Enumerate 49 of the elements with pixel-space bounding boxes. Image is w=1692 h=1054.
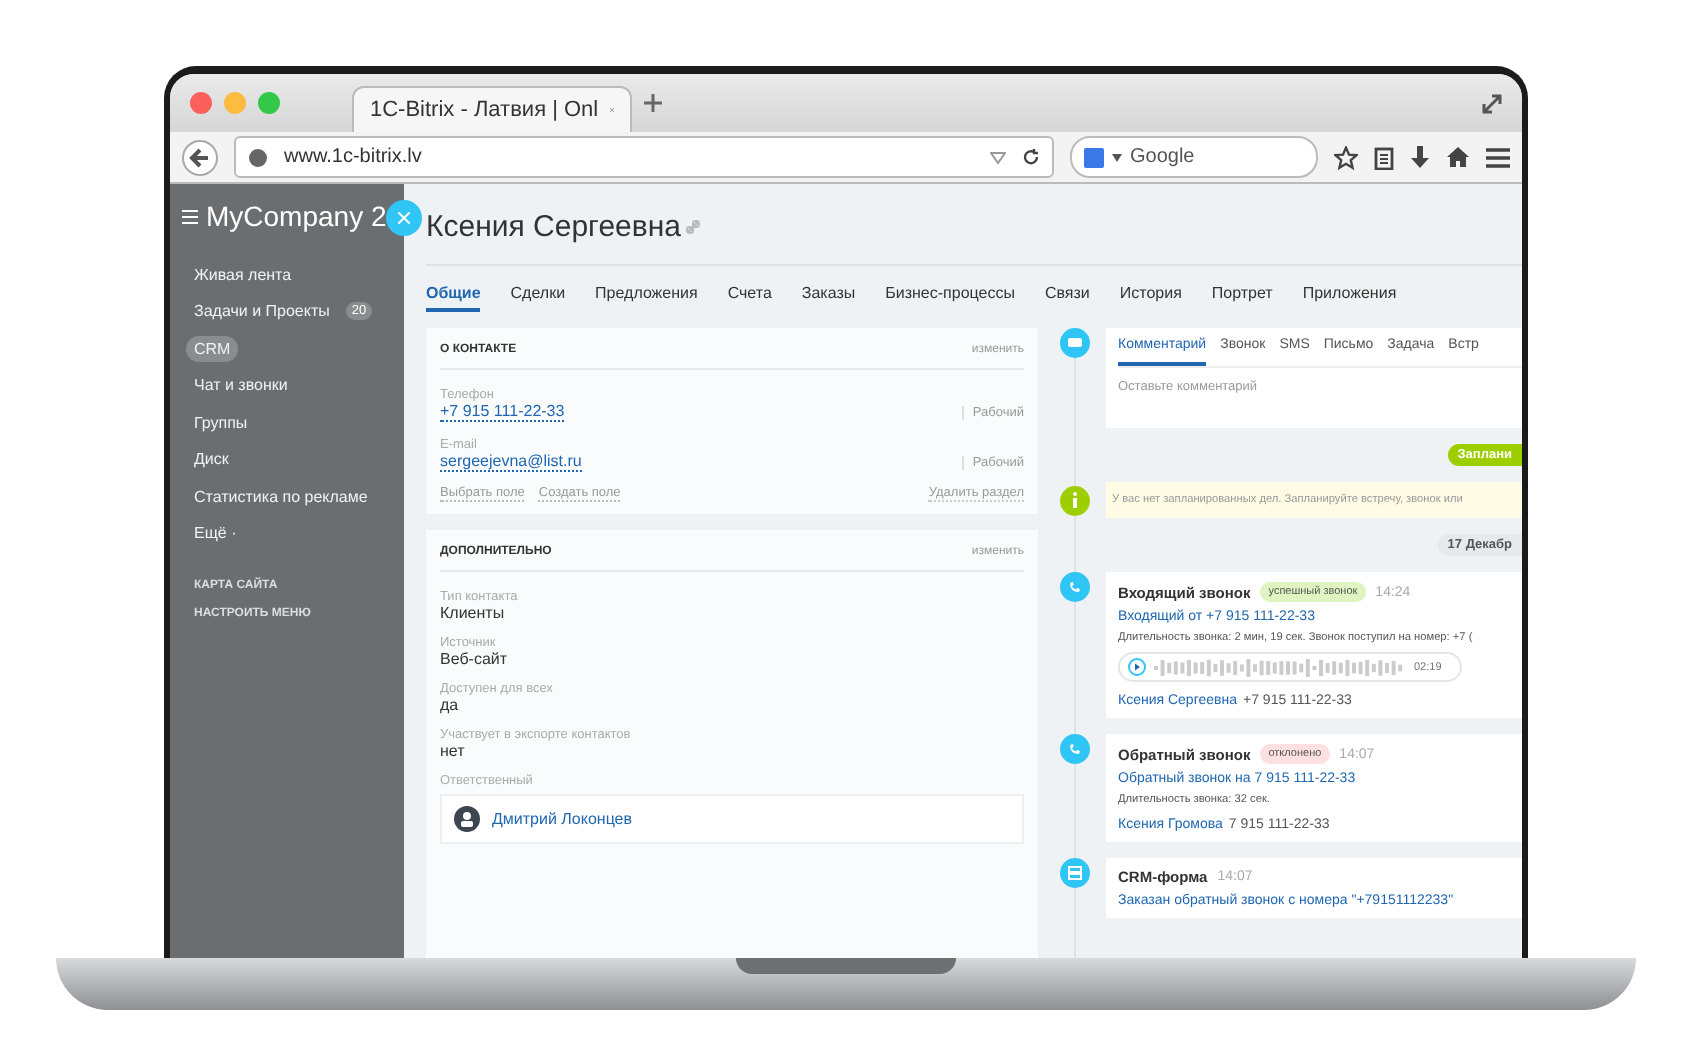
- field-link[interactable]: +7 915 111-22-33: [440, 402, 565, 422]
- back-icon[interactable]: [182, 139, 218, 175]
- sidebar-item[interactable]: Группы: [186, 409, 256, 436]
- tab[interactable]: Предложения: [595, 284, 698, 312]
- sidebar-item[interactable]: Чат и звонки: [186, 372, 296, 399]
- search-field[interactable]: Google: [1070, 136, 1318, 178]
- sidebar-item[interactable]: Статистика по рекламе: [186, 483, 376, 510]
- tab[interactable]: Портрет: [1211, 284, 1273, 312]
- avatar-icon: [454, 806, 480, 832]
- sidebar-item[interactable]: Живая лента: [186, 261, 300, 288]
- field-value: да: [440, 696, 461, 714]
- tab[interactable]: Приложения: [1302, 284, 1397, 312]
- info-icon: [1060, 485, 1090, 515]
- tab[interactable]: Бизнес-процессы: [885, 284, 1015, 312]
- comment-icon: [1060, 328, 1090, 358]
- waveform-icon: [1154, 657, 1406, 677]
- contact-name: Ксения Сергеевна: [426, 209, 681, 243]
- clipboard-icon[interactable]: [1374, 145, 1394, 169]
- field-value: Клиенты: [440, 604, 507, 622]
- play-icon[interactable]: [1128, 658, 1146, 676]
- address-field[interactable]: www.1c-bitrix.lv: [234, 136, 1054, 178]
- tab[interactable]: Связи: [1044, 284, 1090, 312]
- menu-icon[interactable]: [1486, 147, 1510, 167]
- close-button[interactable]: [386, 200, 422, 236]
- sidebar-item[interactable]: Ещё ·: [186, 520, 245, 547]
- download-icon[interactable]: [1410, 145, 1430, 169]
- sidebar-item[interactable]: Диск: [186, 446, 237, 473]
- tab[interactable]: Сделки: [510, 284, 566, 312]
- new-tab-icon[interactable]: [644, 94, 662, 112]
- reload-icon[interactable]: [1022, 148, 1040, 166]
- form-icon: [1060, 858, 1090, 888]
- tab[interactable]: Счета: [727, 284, 772, 312]
- star-icon[interactable]: [1334, 145, 1358, 169]
- logo: MyCompany 2: [206, 200, 387, 232]
- fullscreen-icon[interactable]: [1482, 93, 1502, 113]
- person-link[interactable]: Дмитрий Локонцев: [492, 810, 633, 828]
- tab[interactable]: Заказы: [801, 284, 856, 312]
- tab[interactable]: Общие: [426, 284, 481, 312]
- sidebar-item[interactable]: Задачи и Проекты: [186, 298, 338, 325]
- field-link[interactable]: sergeejevna@list.ru: [440, 452, 582, 472]
- browser-tab[interactable]: 1C-Bitrix - Латвия | Onl: [352, 86, 632, 132]
- caret-icon[interactable]: [1112, 153, 1122, 161]
- field-value: Веб-сайт: [440, 650, 510, 668]
- field-value: нет: [440, 742, 467, 760]
- tab[interactable]: История: [1119, 284, 1182, 312]
- phone-icon: [1060, 734, 1090, 764]
- dropdown-icon[interactable]: [990, 151, 1006, 163]
- phone-icon: [1060, 572, 1090, 602]
- home-icon[interactable]: [1446, 146, 1470, 168]
